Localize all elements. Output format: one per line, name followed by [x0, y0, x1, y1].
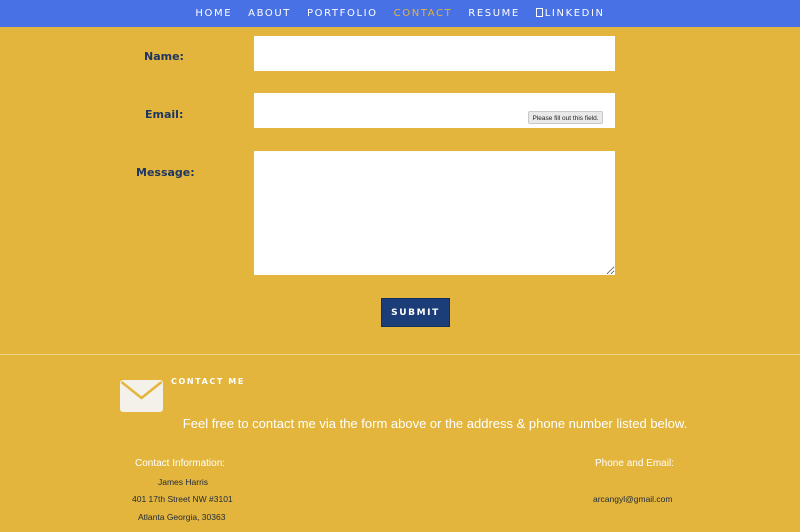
contact-email[interactable]: arcangyl@gmail.com: [593, 494, 673, 504]
name-label: Name:: [144, 50, 184, 63]
nav-home[interactable]: HOME: [195, 8, 232, 19]
contact-address-line2: Atlanta Georgia, 30363: [138, 512, 226, 522]
contact-name: James Harris: [158, 477, 209, 487]
nav-about[interactable]: ABOUT: [248, 8, 291, 19]
message-textarea[interactable]: [254, 151, 615, 275]
email-label: Email:: [145, 108, 184, 121]
nav-resume[interactable]: RESUME: [468, 8, 519, 19]
nav-portfolio[interactable]: PORTFOLIO: [307, 8, 378, 19]
contact-tagline: Feel free to contact me via the form abo…: [182, 416, 688, 431]
submit-button[interactable]: SUBMIT: [381, 298, 450, 327]
nav-contact[interactable]: CONTACT: [394, 8, 453, 19]
section-divider: [0, 354, 800, 355]
phone-email-heading: Phone and Email:: [595, 458, 674, 469]
validation-tooltip: Please fill out this field.: [528, 111, 603, 124]
top-nav: HOME ABOUT PORTFOLIO CONTACT RESUME LINK…: [0, 0, 800, 27]
name-input[interactable]: [254, 36, 615, 71]
nav-linkedin-label: LINKEDIN: [544, 8, 605, 19]
message-label: Message:: [136, 166, 195, 179]
contact-title: CONTACT ME: [171, 377, 245, 386]
contact-address-line1: 401 17th Street NW #3101: [132, 494, 233, 504]
contact-info-heading: Contact Information:: [135, 458, 226, 469]
envelope-icon: [120, 380, 163, 412]
nav-linkedin[interactable]: LINKEDIN: [535, 8, 605, 19]
linkedin-icon: [535, 8, 543, 17]
